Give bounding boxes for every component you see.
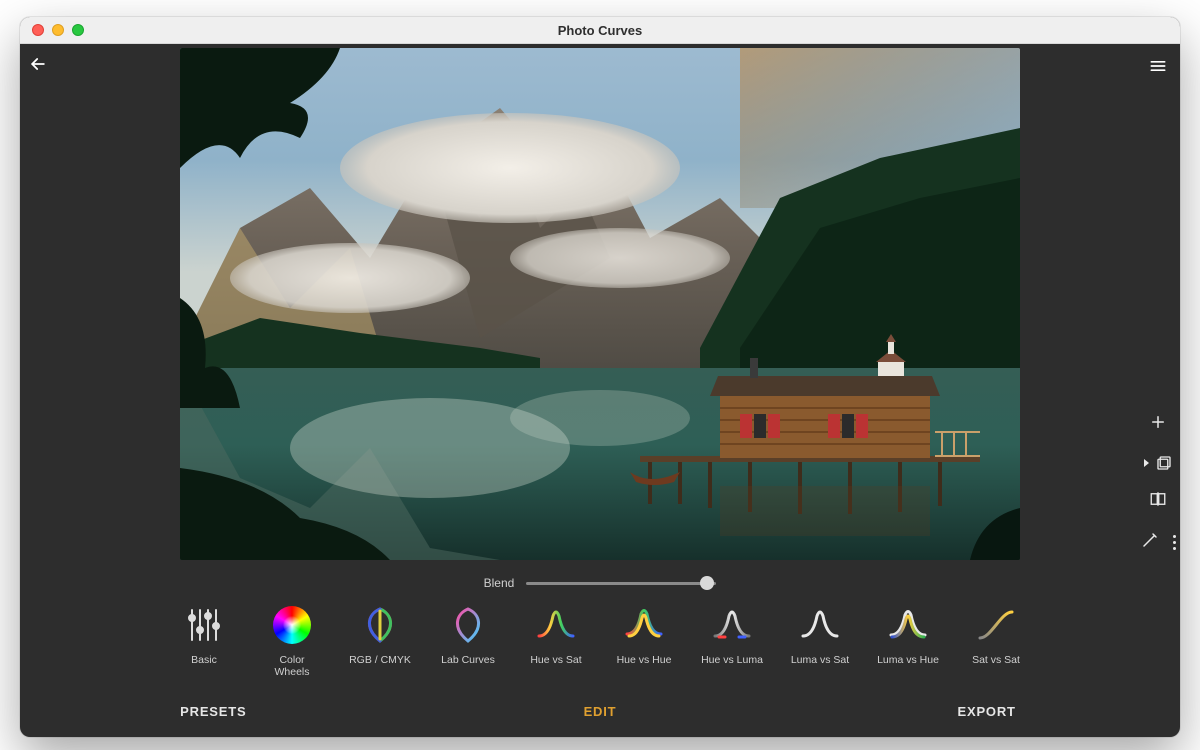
app-window: Photo Curves [20,17,1180,737]
tool-lab-curves[interactable]: Lab Curves [437,604,499,678]
image-viewport [20,44,1180,562]
photo-preview [180,48,1020,560]
image-canvas[interactable] [180,48,1020,560]
tool-color-wheels[interactable]: Color Wheels [261,604,323,678]
hamburger-icon [1148,56,1168,76]
tab-export[interactable]: EXPORT [793,704,1180,719]
tool-basic[interactable]: Basic [173,604,235,678]
tool-label: Hue vs Luma [701,654,763,666]
curve-luma-sat-icon [799,604,841,646]
arrow-left-icon [28,54,48,74]
blend-label: Blend [484,576,515,590]
blend-slider[interactable] [526,582,716,585]
leaf-rgb-icon [359,604,401,646]
sliders-icon [183,604,225,646]
curve-luma-hue-icon [887,604,929,646]
tool-label: Color Wheels [261,654,323,678]
leaf-lab-icon [447,604,489,646]
curve-hue-hue-icon [623,604,665,646]
tool-hue-vs-hue[interactable]: Hue vs Hue [613,604,675,678]
tab-presets[interactable]: PRESETS [20,704,407,719]
tool-sat-vs-sat[interactable]: Sat vs Sat [965,604,1027,678]
tool-hue-vs-luma[interactable]: Hue vs Luma [701,604,763,678]
curve-hue-luma-icon [711,604,753,646]
tool-luma-vs-sat[interactable]: Luma vs Sat [789,604,851,678]
tool-label: Luma vs Hue [877,654,939,666]
curve-sat-sat-icon [975,604,1017,646]
bottom-tabs: PRESETS EDIT EXPORT [20,686,1180,737]
tool-rgb-cmyk[interactable]: RGB / CMYK [349,604,411,678]
blend-slider-knob[interactable] [700,576,714,590]
tool-label: RGB / CMYK [349,654,411,666]
minimize-window-button[interactable] [52,24,64,36]
titlebar: Photo Curves [20,17,1180,44]
blend-control: Blend [20,562,1180,600]
color-wheel-icon [271,604,313,646]
curve-hue-sat-icon [535,604,577,646]
tool-strip: Basic Color Wheels RGB / CMYK [20,600,1180,686]
window-title: Photo Curves [20,23,1180,38]
tool-label: Sat vs Sat [972,654,1020,666]
tab-edit[interactable]: EDIT [407,704,794,719]
window-controls [32,24,84,36]
fullscreen-window-button[interactable] [72,24,84,36]
tool-label: Basic [191,654,217,666]
tool-label: Lab Curves [441,654,495,666]
close-window-button[interactable] [32,24,44,36]
tool-hue-vs-sat[interactable]: Hue vs Sat [525,604,587,678]
menu-button[interactable] [1136,44,1180,76]
tool-label: Hue vs Hue [617,654,672,666]
tool-label: Hue vs Sat [530,654,581,666]
tool-label: Luma vs Sat [791,654,849,666]
back-button[interactable] [20,44,80,79]
tool-luma-vs-hue[interactable]: Luma vs Hue [877,604,939,678]
